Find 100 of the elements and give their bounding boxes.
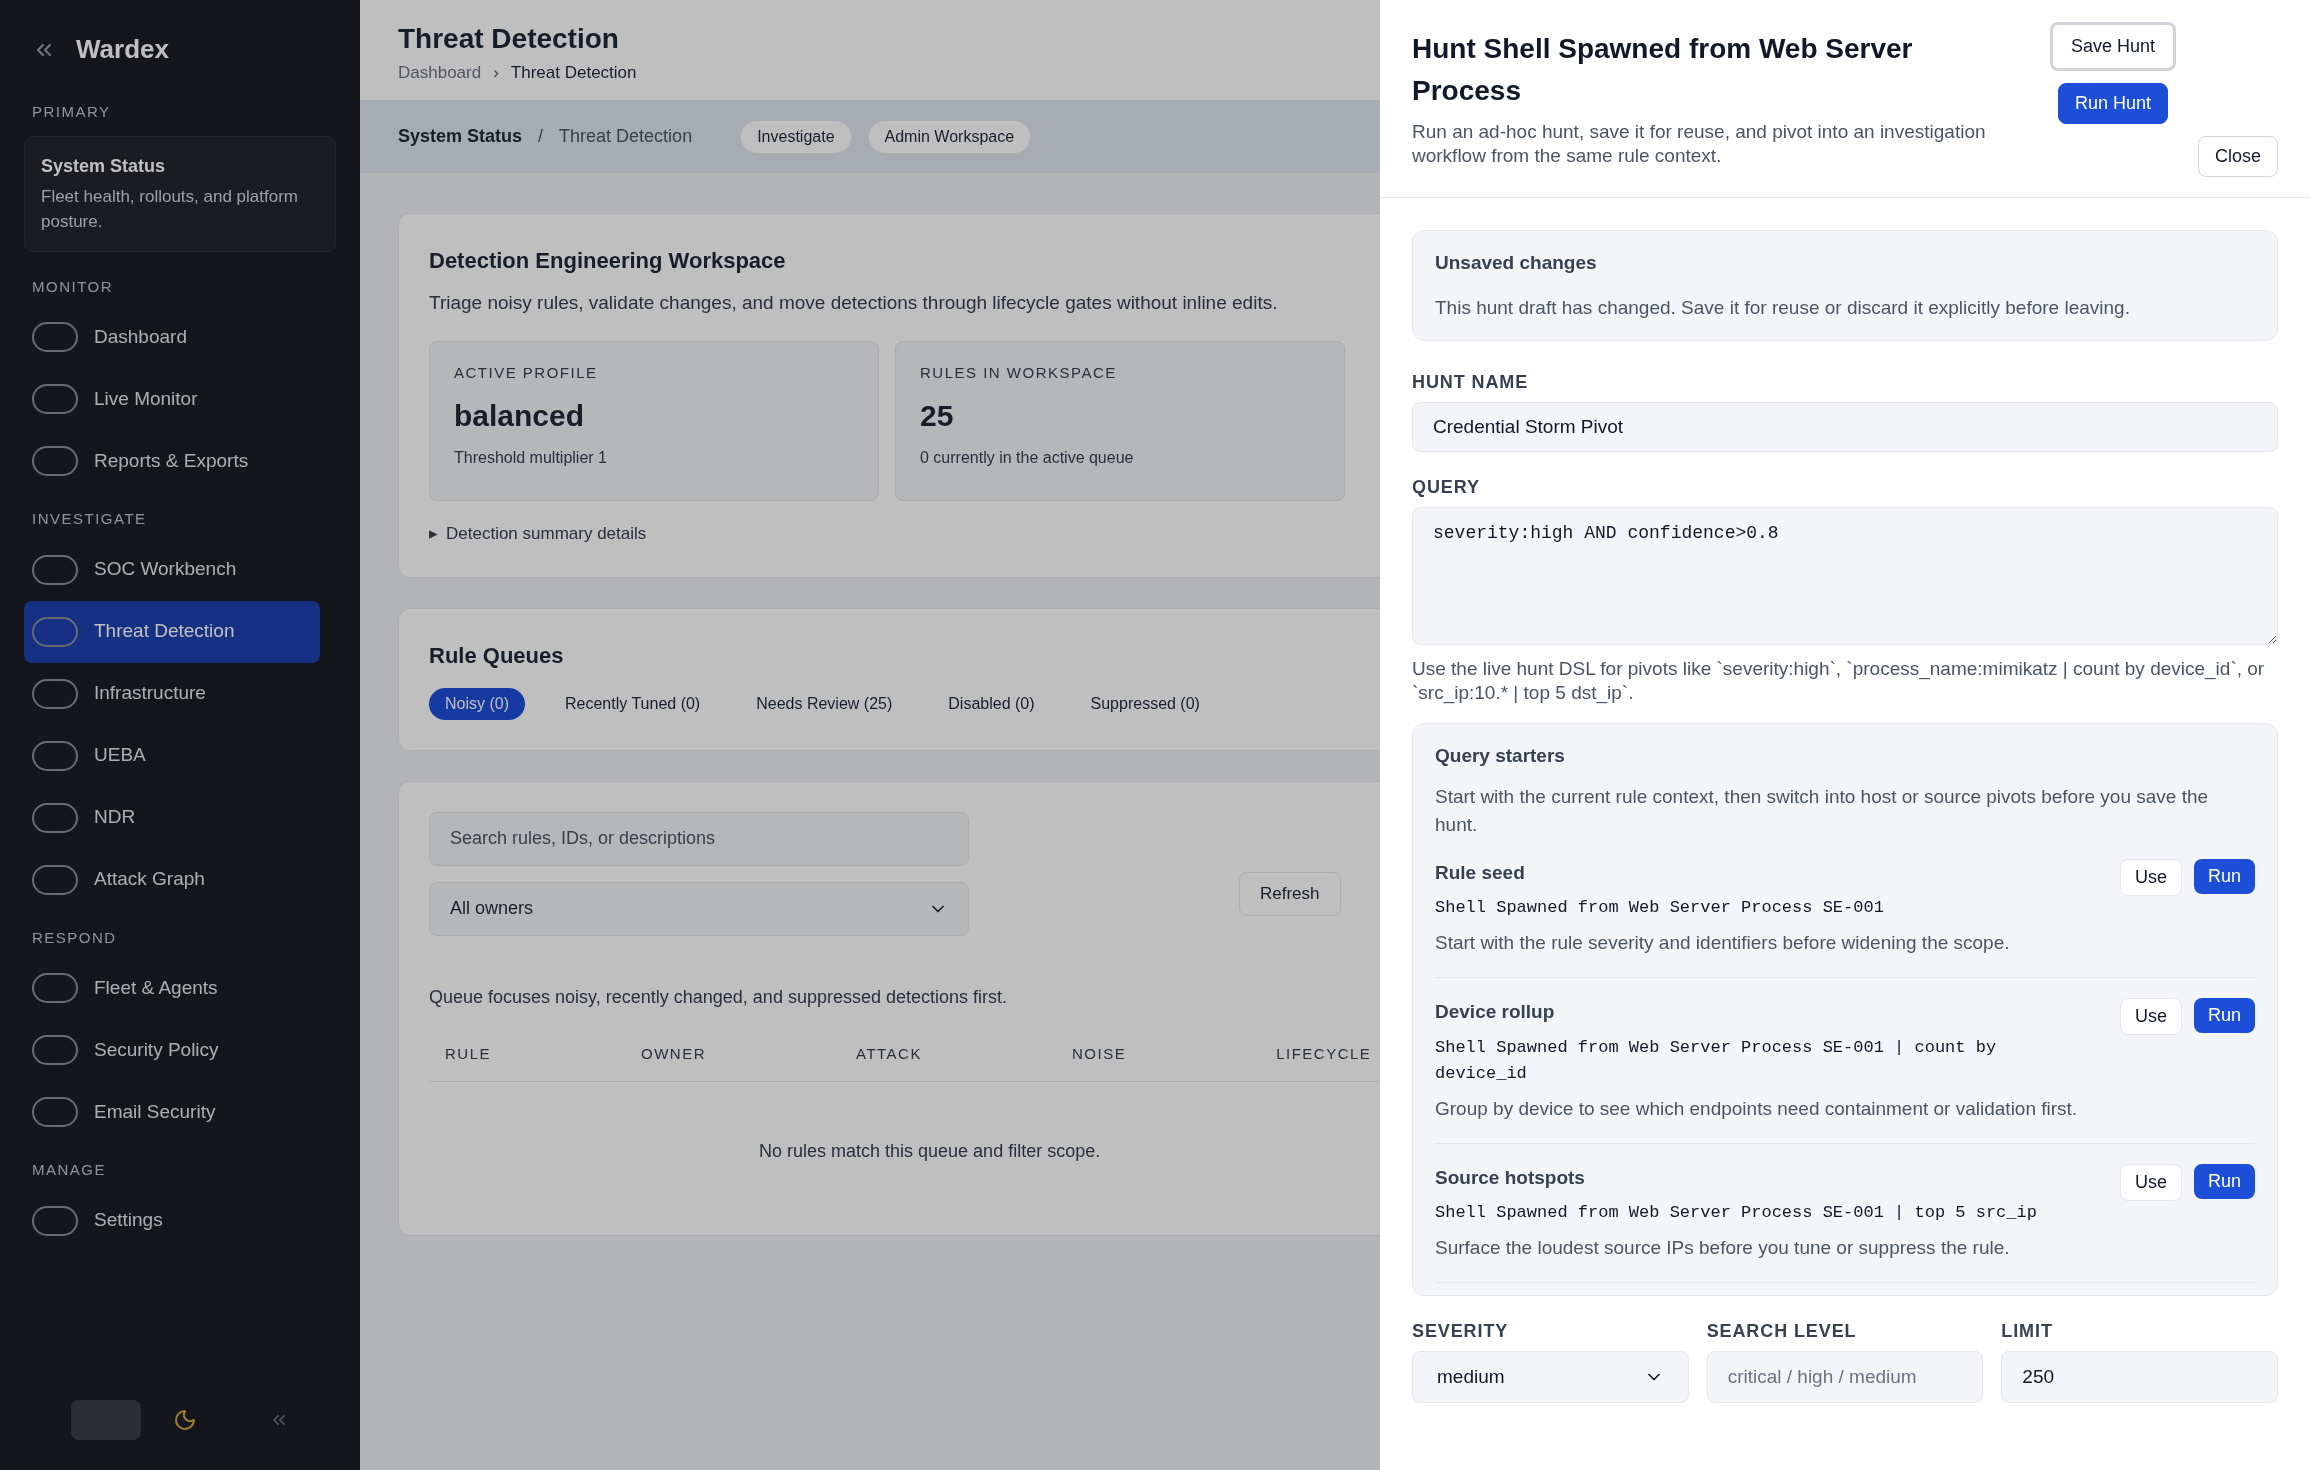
stat-label: ACTIVE PROFILE — [454, 363, 599, 383]
starter-title: Rule seed — [1435, 860, 1526, 885]
queue-tab[interactable]: Suppressed (0) — [1074, 687, 1216, 720]
field-label: HUNT NAME — [1412, 371, 1530, 394]
card-description: Fleet health, rollouts, and platform posture. — [41, 185, 300, 233]
field-label: SEVERITY — [1412, 1320, 1510, 1343]
context-path[interactable]: System Status — [398, 123, 523, 150]
breadcrumb-separator: › — [493, 62, 499, 84]
use-button[interactable]: Use — [2119, 1163, 2182, 1201]
primary-card[interactable]: System Status Fleet health, rollouts, and platform posture. — [24, 135, 336, 252]
nav-item[interactable]: Reports & Exports — [24, 430, 320, 492]
nav-badge-icon — [32, 740, 78, 771]
search-field[interactable]: Search rules, IDs, or descriptions — [429, 811, 969, 866]
nav-item[interactable]: Threat Detection — [24, 600, 320, 663]
severity-select[interactable]: medium — [1412, 1351, 1689, 1403]
nav-badge-icon — [32, 446, 78, 476]
stat-label: RULES IN WORKSPACE — [920, 363, 1118, 383]
query-field[interactable]: severity:high AND confidence>0.8 — [1412, 507, 2278, 645]
run-button[interactable]: Run — [2193, 998, 2255, 1033]
context-chip[interactable]: Admin Workspace — [867, 119, 1032, 154]
stat-value: 25 — [920, 397, 955, 434]
nav-badge-icon — [32, 802, 78, 833]
run-button[interactable]: Run — [2193, 1163, 2255, 1199]
input-field[interactable]: critical / high / medium — [1706, 1351, 1984, 1403]
input-field[interactable]: Credential Storm Pivot — [1412, 402, 2278, 452]
context-chip[interactable]: Investigate — [740, 119, 852, 154]
disclosure-marker: ▸ — [429, 523, 438, 545]
nav-badge-icon — [32, 973, 78, 1003]
column-header: ATTACK — [856, 1043, 922, 1064]
nav-item[interactable]: Settings — [24, 1189, 320, 1252]
use-button[interactable]: Use — [2119, 998, 2182, 1035]
column-header: OWNER — [641, 1043, 706, 1064]
nav-badge-icon — [32, 678, 78, 709]
starter-query: Shell Spawned from Web Server Process SE-001 — [1435, 897, 1885, 919]
nav-item[interactable]: Dashboard — [24, 306, 320, 368]
nav-badge-icon — [32, 1205, 78, 1236]
starters-description: Start with the current rule context, then switch into host or source pivots before you save the hunt. — [1435, 784, 2210, 837]
drawer-subtitle: Run an ad-hoc hunt, save it for reuse, and pivot into an investigation workflow from the same rule context. — [1412, 120, 1987, 168]
queue-tab[interactable]: Needs Review (25) — [740, 687, 909, 720]
nav-badge-icon — [32, 554, 78, 585]
stat-note: 0 currently in the active queue — [920, 447, 1135, 468]
nav-badge-icon — [32, 384, 78, 414]
section-label: MANAGE — [31, 1160, 107, 1180]
notice-text: This hunt draft has changed. Save it for reuse or discard it explicitly before leaving. — [1435, 295, 2131, 320]
moon-icon[interactable] — [173, 1408, 197, 1432]
starter-title: Device rollup — [1435, 1000, 1556, 1024]
starters-title: Query starters — [1435, 744, 1566, 768]
action-button[interactable]: Save Hunt — [2049, 22, 2177, 71]
action-button[interactable]: Close — [2197, 136, 2278, 177]
breadcrumb-link[interactable]: Threat Detection — [510, 60, 637, 86]
drawer-title: Hunt Shell Spawned from Web Server Process — [1412, 32, 1914, 108]
column-header: NOISE — [1071, 1043, 1127, 1064]
nav-item[interactable]: Fleet & Agents — [24, 957, 320, 1019]
use-button[interactable]: Use — [2119, 858, 2182, 896]
refresh-button[interactable]: Refresh — [1239, 872, 1341, 916]
nav-badge-icon — [32, 1035, 78, 1065]
input-field[interactable]: 250 — [2001, 1351, 2278, 1403]
starter-description: Group by device to see which endpoints need containment or validation first. — [1435, 1096, 2079, 1121]
nav-item[interactable]: SOC Workbench — [24, 538, 320, 601]
card-title: System Status — [41, 154, 167, 178]
nav-item[interactable]: NDR — [24, 786, 320, 849]
section-label: MONITOR — [31, 276, 115, 297]
details-toggle[interactable]: Detection summary details — [446, 521, 647, 547]
nav-item[interactable]: Attack Graph — [24, 848, 320, 911]
run-button[interactable]: Run — [2193, 858, 2255, 894]
queue-tab[interactable]: Noisy (0) — [429, 687, 525, 720]
nav-badge-icon — [32, 322, 78, 352]
nav-badge-icon — [32, 616, 78, 647]
starter-query: Shell Spawned from Web Server Process SE-001 | count by device_id — [1435, 1036, 1998, 1085]
section-label: RESPOND — [31, 927, 118, 948]
starter-query: Shell Spawned from Web Server Process SE-001 | top 5 src_ip — [1435, 1202, 2038, 1224]
brand-name: Wardex — [76, 33, 169, 66]
section-label: PRIMARY — [31, 102, 112, 122]
status-pill-icon — [71, 1400, 141, 1440]
breadcrumb-link[interactable]: Dashboard — [398, 60, 482, 86]
nav-item[interactable]: Email Security — [24, 1081, 320, 1143]
empty-message: No rules match this queue and filter scope. — [759, 1140, 1101, 1163]
nav-item[interactable]: Infrastructure — [24, 662, 320, 725]
starter-description: Start with the rule severity and identifiers before widening the scope. — [1435, 931, 2011, 955]
field-label: LIMIT — [2001, 1320, 2054, 1343]
card-title: Detection Engineering Workspace — [429, 246, 786, 275]
queue-note: Queue focuses noisy, recently changed, and suppressed detections first. — [429, 985, 1007, 1009]
stat-note: Threshold multiplier 1 — [454, 447, 608, 468]
page-title: Threat Detection — [398, 22, 619, 56]
nav-badge-icon — [32, 864, 78, 895]
starter-description: Surface the loudest source IPs before you tune or suppress the rule. — [1435, 1236, 2011, 1260]
field-label: SEARCH LEVEL — [1706, 1320, 1858, 1343]
nav-badge-icon — [32, 1097, 78, 1127]
nav-item[interactable]: Security Policy — [24, 1019, 320, 1081]
card-description: Triage noisy rules, validate changes, and move detections through lifecycle gates without inline edits. — [429, 290, 1278, 315]
queue-tab[interactable]: Disabled (0) — [932, 687, 1051, 720]
card-title: Rule Queues — [429, 641, 564, 670]
section-label: INVESTIGATE — [31, 509, 148, 529]
action-button[interactable]: Run Hunt — [2057, 83, 2168, 124]
context-path[interactable]: Threat Detection — [559, 123, 693, 150]
nav-item[interactable]: Live Monitor — [24, 368, 320, 430]
queue-tab[interactable]: Recently Tuned (0) — [549, 687, 717, 720]
nav-item[interactable]: UEBA — [24, 724, 320, 787]
owner-select[interactable]: All owners — [429, 881, 969, 936]
notice-title: Unsaved changes — [1435, 251, 1598, 275]
